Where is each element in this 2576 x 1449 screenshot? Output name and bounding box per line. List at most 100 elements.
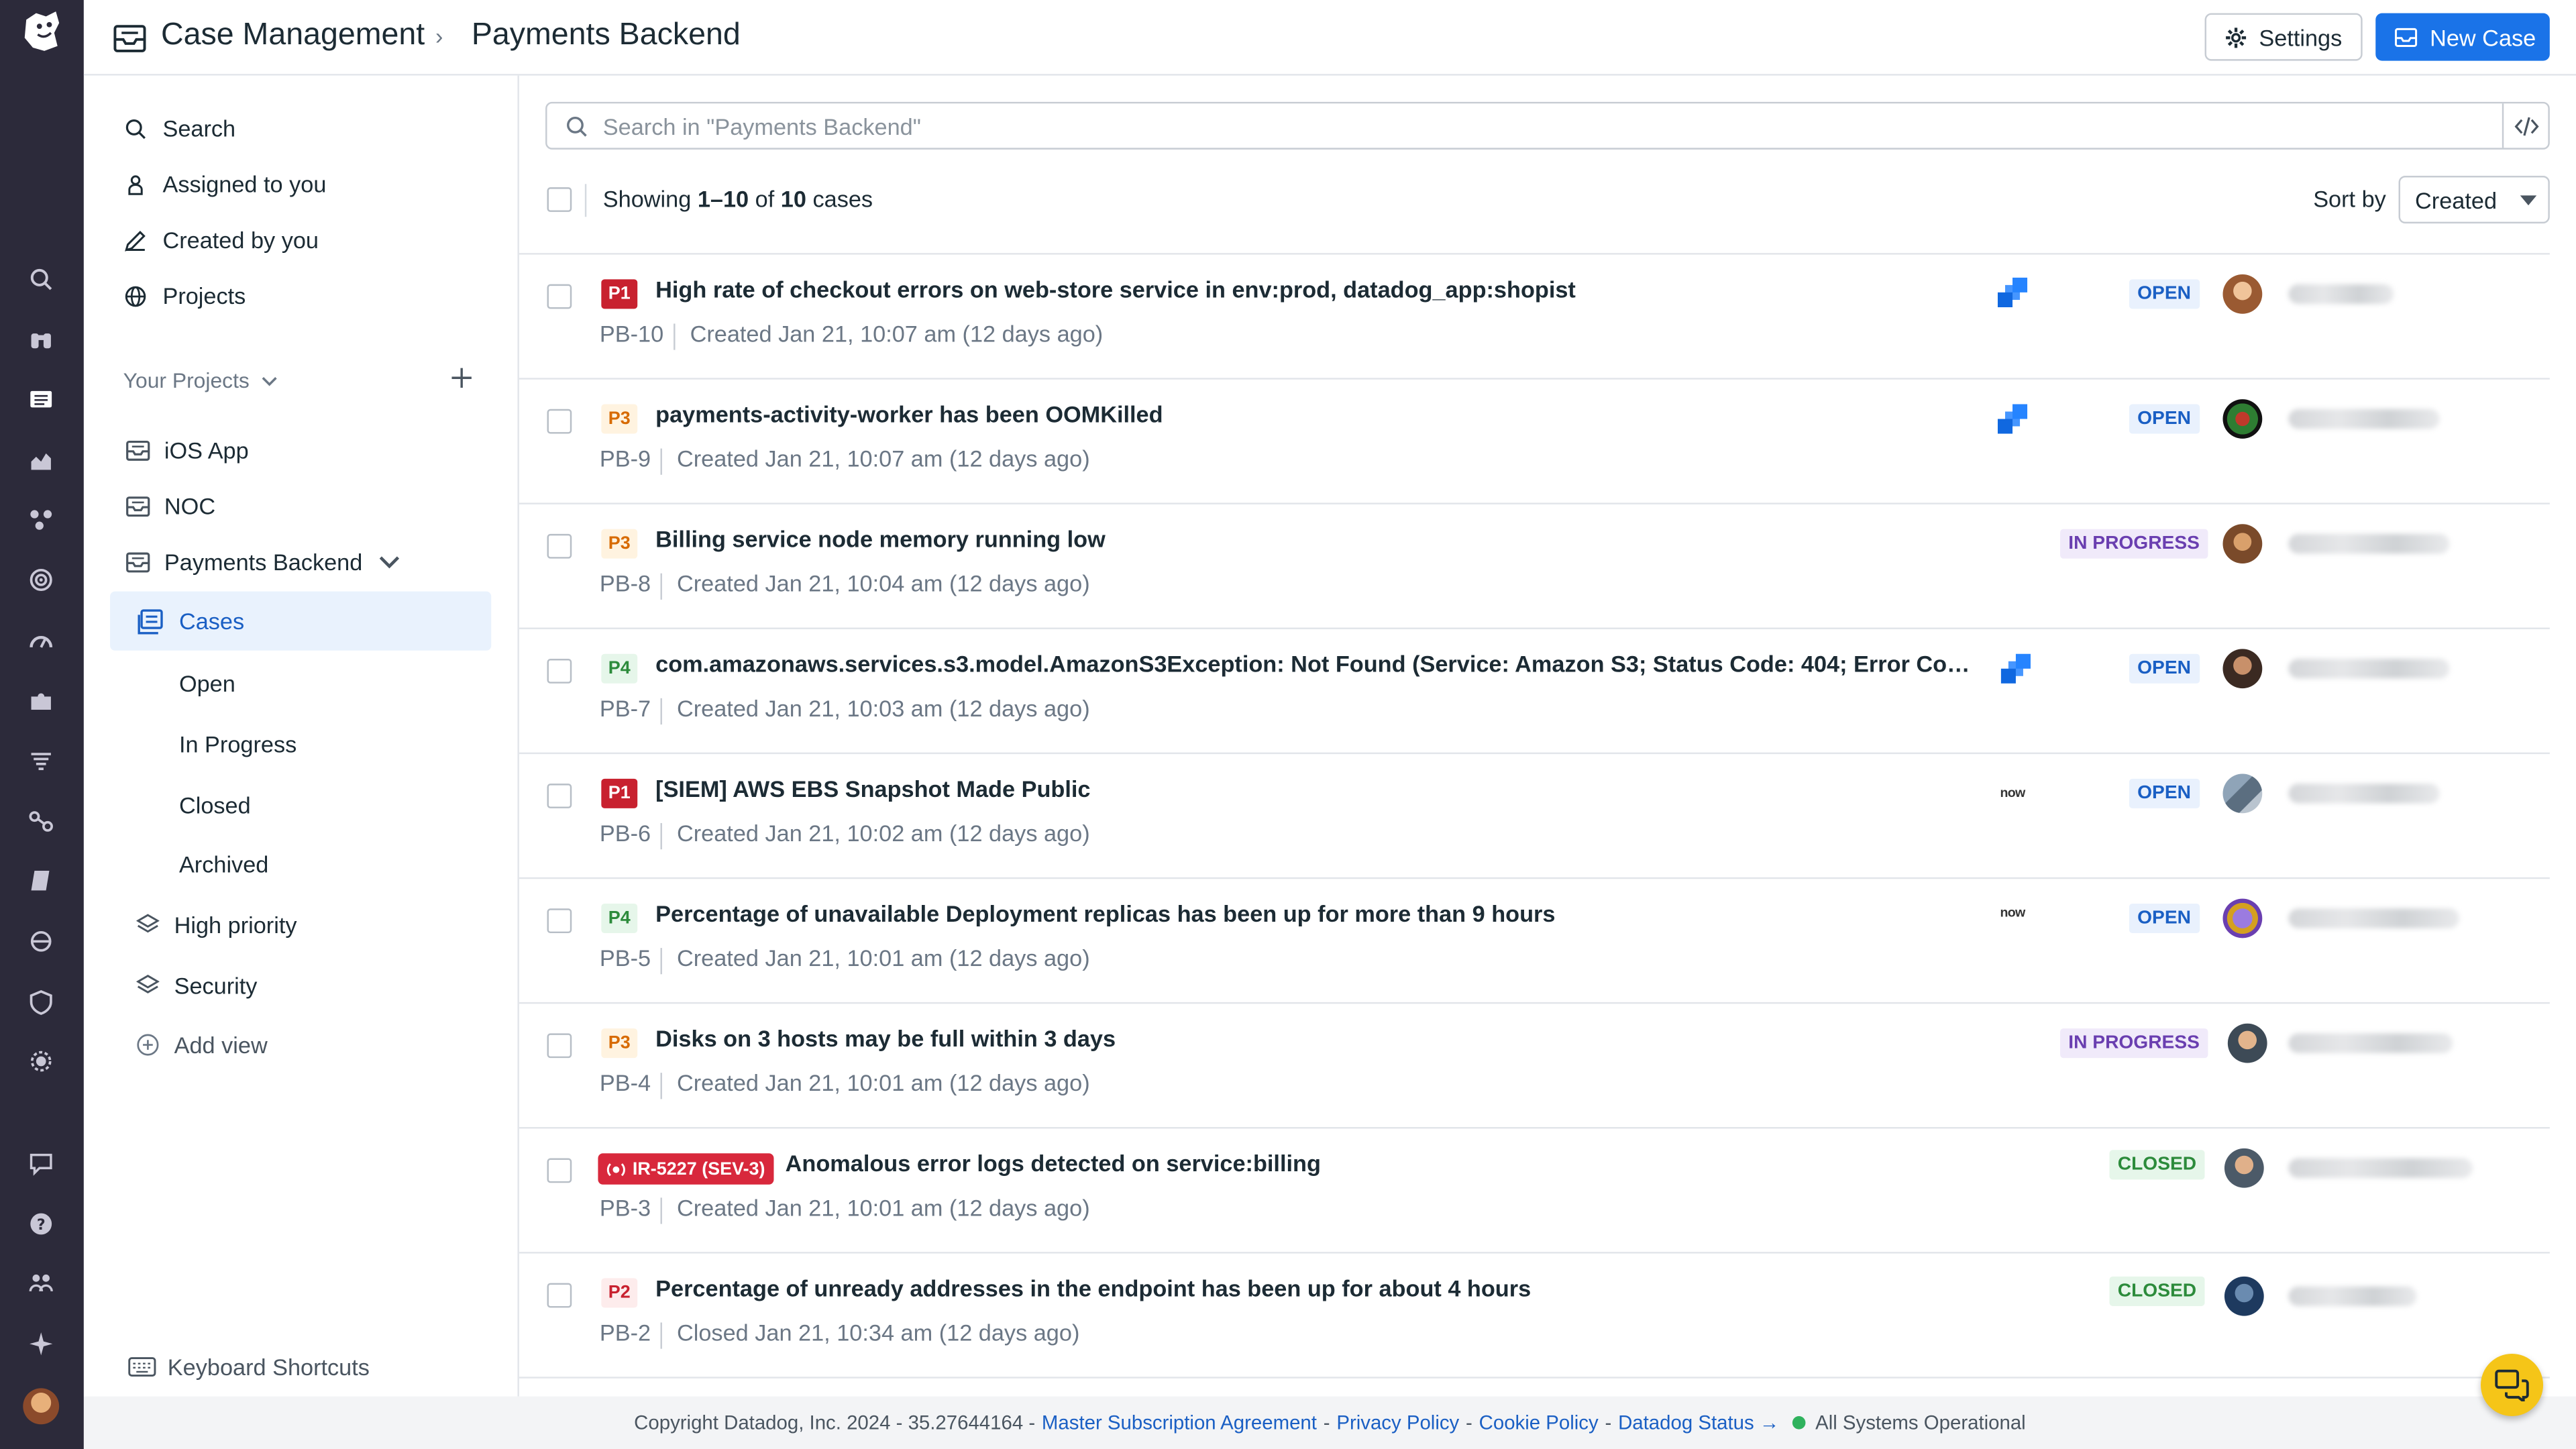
chevron-down-icon[interactable] bbox=[376, 549, 402, 575]
datadog-logo-icon[interactable] bbox=[16, 7, 65, 56]
assignee-avatar[interactable] bbox=[2222, 898, 2263, 938]
row-checkbox[interactable] bbox=[547, 1158, 572, 1183]
case-row[interactable]: P3 payments-activity-worker has been OOM… bbox=[519, 378, 2550, 502]
row-checkbox[interactable] bbox=[547, 659, 572, 684]
sidebar-item-cases[interactable]: Cases bbox=[110, 591, 492, 651]
row-checkbox[interactable] bbox=[547, 784, 572, 808]
sidebar-item-search[interactable]: Search bbox=[123, 109, 235, 148]
case-row[interactable]: P1 High rate of checkout errors on web-s… bbox=[519, 253, 2550, 378]
cases-icon[interactable] bbox=[25, 383, 58, 416]
case-title[interactable]: payments-activity-worker has been OOMKil… bbox=[655, 401, 1163, 427]
binoculars-icon[interactable] bbox=[25, 322, 58, 355]
sidebar-item-open[interactable]: Open bbox=[179, 670, 235, 696]
service-map-icon[interactable] bbox=[25, 502, 58, 535]
apm-link-icon[interactable] bbox=[25, 805, 58, 838]
row-checkbox[interactable] bbox=[547, 908, 572, 934]
user-avatar[interactable] bbox=[23, 1388, 60, 1425]
ci-gear-icon[interactable] bbox=[25, 1045, 58, 1078]
meta-divider bbox=[660, 1073, 662, 1099]
case-row[interactable]: IR-5227 (SEV-3) Anomalous error logs det… bbox=[519, 1127, 2550, 1252]
sidebar-item-projects[interactable]: Projects bbox=[123, 276, 246, 315]
servicenow-icon[interactable]: now bbox=[1994, 773, 2031, 810]
select-all-checkbox[interactable] bbox=[547, 187, 572, 212]
row-checkbox[interactable] bbox=[547, 1283, 572, 1308]
app-window: ? Case Management › Payments Backend Set… bbox=[0, 0, 2576, 1449]
jira-icon[interactable] bbox=[1994, 274, 2031, 311]
new-case-button[interactable]: New Case bbox=[2375, 13, 2550, 61]
jira-icon[interactable] bbox=[1998, 651, 2034, 687]
sidebar-item-payments-backend[interactable]: Payments Backend bbox=[125, 542, 402, 582]
sidebar-item-label: High priority bbox=[174, 912, 297, 938]
rum-icon[interactable] bbox=[25, 925, 58, 958]
assignee-avatar[interactable] bbox=[2224, 1276, 2264, 1316]
assignee-avatar[interactable] bbox=[2222, 773, 2263, 814]
case-title[interactable]: Percentage of unavailable Deployment rep… bbox=[655, 900, 1555, 926]
notebook-icon[interactable] bbox=[25, 864, 58, 897]
footer-link-status[interactable]: Datadog Status → bbox=[1618, 1411, 1779, 1434]
case-title[interactable]: Anomalous error logs detected on service… bbox=[786, 1150, 1321, 1176]
case-row[interactable]: P2 Percentage of unready addresses in th… bbox=[519, 1252, 2550, 1377]
add-project-plus-icon[interactable] bbox=[449, 365, 475, 391]
case-row[interactable]: P1 [SIEM] AWS EBS Snapshot Made Public P… bbox=[519, 752, 2550, 877]
case-row[interactable]: P3 Disks on 3 hosts may be full within 3… bbox=[519, 1002, 2550, 1127]
case-row[interactable]: P3 Billing service node memory running l… bbox=[519, 502, 2550, 627]
assignee-avatar[interactable] bbox=[2222, 524, 2263, 564]
sidebar-item-high-priority[interactable]: High priority bbox=[136, 912, 297, 938]
footer-link-msa[interactable]: Master Subscription Agreement bbox=[1042, 1411, 1317, 1434]
sidebar-item-assigned[interactable]: Assigned to you bbox=[123, 164, 326, 204]
row-checkbox[interactable] bbox=[547, 533, 572, 559]
sidebar-item-archived[interactable]: Archived bbox=[179, 851, 268, 877]
your-projects-toggle[interactable]: Your Projects bbox=[123, 368, 279, 392]
assignee-avatar[interactable] bbox=[2222, 649, 2263, 689]
footer-link-privacy[interactable]: Privacy Policy bbox=[1336, 1411, 1459, 1434]
row-checkbox[interactable] bbox=[547, 409, 572, 434]
case-sidebar: Search Assigned to you Created by you Pr… bbox=[83, 75, 519, 1397]
integrations-puzzle-icon[interactable] bbox=[25, 684, 58, 716]
footer-link-cookie[interactable]: Cookie Policy bbox=[1479, 1411, 1599, 1434]
sidebar-item-created-by-you[interactable]: Created by you bbox=[123, 220, 319, 260]
case-title[interactable]: Billing service node memory running low bbox=[655, 526, 1106, 552]
assignee-avatar[interactable] bbox=[2224, 1148, 2264, 1188]
case-row[interactable]: P4 Percentage of unavailable Deployment … bbox=[519, 877, 2550, 1002]
breadcrumb-case-management[interactable]: Case Management bbox=[161, 18, 425, 54]
sidebar-item-security[interactable]: Security bbox=[136, 973, 257, 999]
pencil-icon bbox=[125, 229, 146, 251]
sparkle-icon[interactable] bbox=[25, 1328, 58, 1360]
chat-bubble-icon[interactable] bbox=[25, 1146, 58, 1179]
query-syntax-button[interactable] bbox=[2502, 103, 2548, 148]
jira-icon[interactable] bbox=[1994, 401, 2031, 437]
assignee-avatar[interactable] bbox=[2222, 399, 2263, 439]
search-icon[interactable] bbox=[25, 263, 58, 296]
servicenow-icon[interactable]: now bbox=[1994, 894, 2031, 930]
case-title[interactable]: Disks on 3 hosts may be full within 3 da… bbox=[655, 1025, 1116, 1051]
help-icon[interactable]: ? bbox=[25, 1208, 58, 1240]
case-title[interactable]: Percentage of unready addresses in the e… bbox=[655, 1275, 1531, 1301]
assignee-avatar[interactable] bbox=[2222, 274, 2263, 314]
case-title[interactable]: [SIEM] AWS EBS Snapshot Made Public bbox=[655, 775, 1090, 802]
logs-icon[interactable] bbox=[25, 744, 58, 777]
row-checkbox[interactable] bbox=[547, 1033, 572, 1059]
dashboard-chart-icon[interactable] bbox=[25, 443, 58, 476]
gauge-icon[interactable] bbox=[25, 625, 58, 657]
case-id: PB-5 bbox=[599, 945, 651, 971]
sidebar-item-in-progress[interactable]: In Progress bbox=[179, 731, 297, 757]
monitors-radar-icon[interactable] bbox=[25, 564, 58, 596]
case-title[interactable]: High rate of checkout errors on web-stor… bbox=[655, 276, 1576, 302]
add-view-button[interactable]: Add view bbox=[136, 1032, 268, 1058]
incident-badge[interactable]: IR-5227 (SEV-3) bbox=[598, 1153, 773, 1185]
team-icon[interactable] bbox=[25, 1267, 58, 1299]
assignee-avatar[interactable] bbox=[2227, 1023, 2267, 1063]
case-row[interactable]: P4 com.amazonaws.services.s3.model.Amazo… bbox=[519, 627, 2550, 753]
support-chat-button[interactable] bbox=[2480, 1353, 2544, 1417]
row-checkbox[interactable] bbox=[547, 284, 572, 309]
person-icon bbox=[128, 174, 143, 195]
sidebar-item-ios-app[interactable]: iOS App bbox=[125, 431, 249, 470]
settings-button[interactable]: Settings bbox=[2204, 13, 2363, 61]
security-shield-icon[interactable] bbox=[25, 985, 58, 1018]
keyboard-shortcuts-link[interactable]: Keyboard Shortcuts bbox=[128, 1354, 370, 1380]
sidebar-item-closed[interactable]: Closed bbox=[179, 792, 251, 818]
sidebar-item-noc[interactable]: NOC bbox=[125, 486, 215, 526]
sort-by-select[interactable]: Created bbox=[2398, 176, 2550, 224]
search-input[interactable] bbox=[602, 112, 2502, 139]
case-title[interactable]: com.amazonaws.services.s3.model.AmazonS3… bbox=[655, 651, 1980, 677]
